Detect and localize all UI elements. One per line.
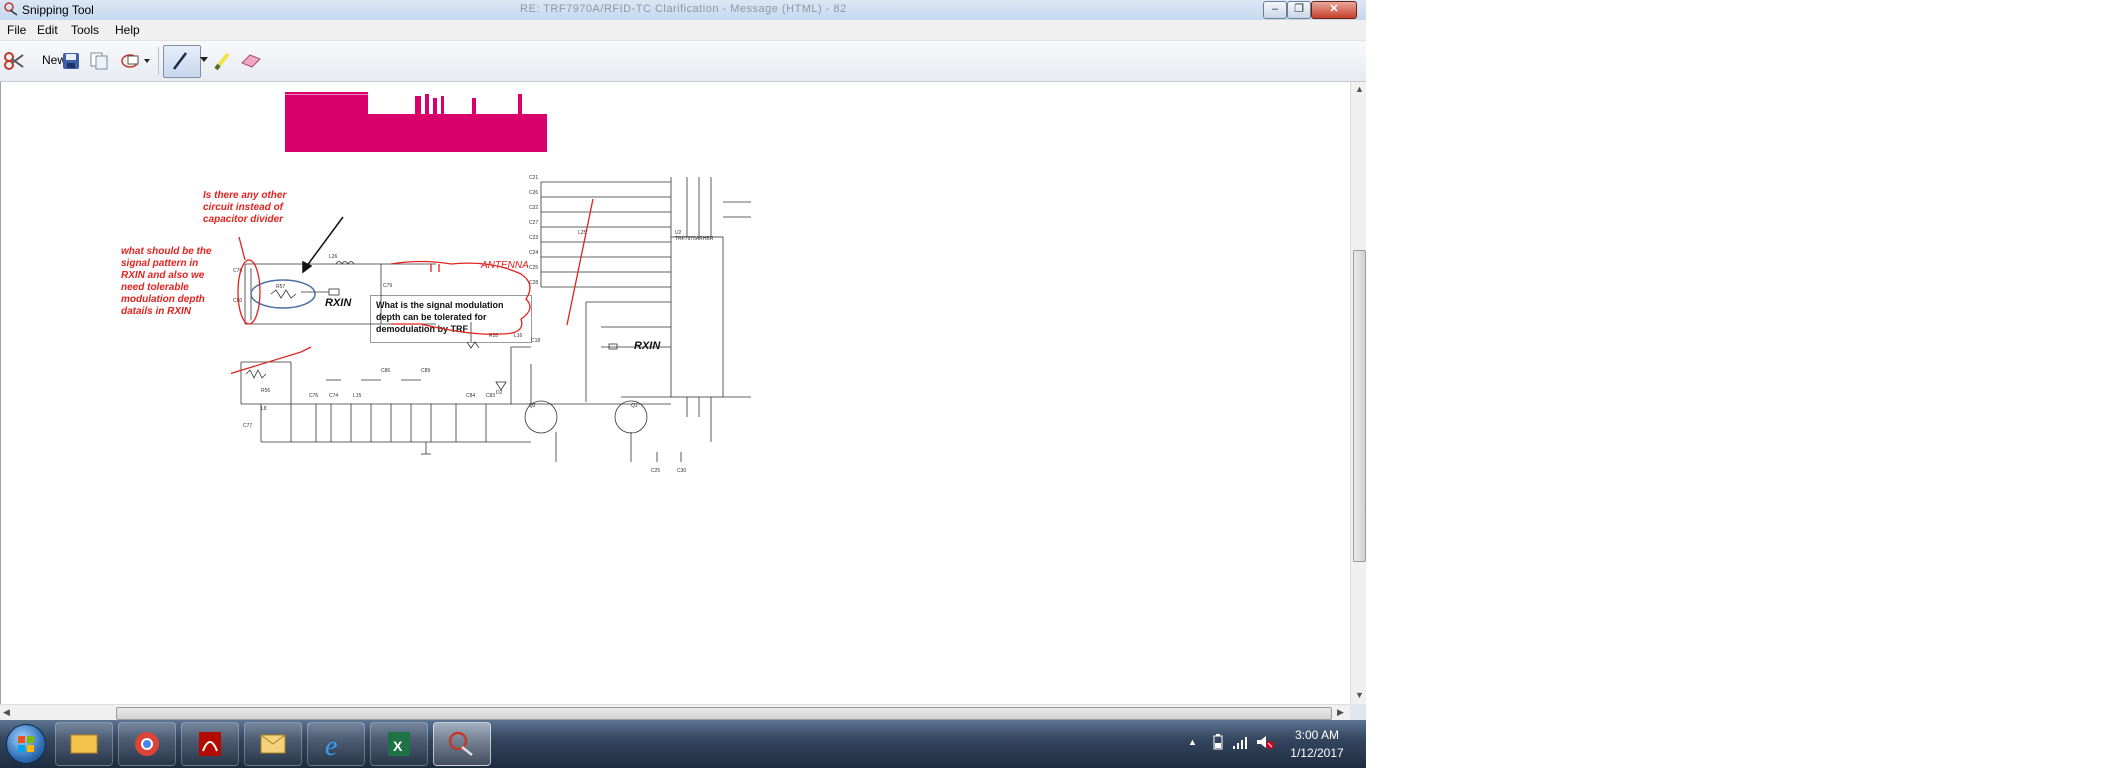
maximize-button[interactable]: ❐ xyxy=(1287,1,1311,19)
window-title: Snipping Tool xyxy=(22,3,94,17)
battery-icon[interactable] xyxy=(1212,734,1224,750)
schematic-label: C25 xyxy=(651,468,660,474)
schematic-label: C76 xyxy=(309,393,318,399)
schematic-label: R56 xyxy=(261,388,270,394)
schematic-label: C21 xyxy=(529,175,538,181)
scroll-up-icon[interactable]: ▲ xyxy=(1355,84,1364,94)
schematic-label: C25 xyxy=(529,265,538,271)
schematic-label: L8 xyxy=(261,406,267,412)
volume-muted-icon[interactable] xyxy=(1256,734,1274,750)
snipping-tool-icon xyxy=(4,2,18,16)
svg-text:e: e xyxy=(325,731,337,762)
file-explorer-icon[interactable] xyxy=(55,722,113,766)
desktop-screen: Snipping Tool RE: TRF7970A/RFID-TC Clari… xyxy=(0,0,1366,768)
copy-icon[interactable] xyxy=(90,52,108,70)
schematic-label: C30 xyxy=(677,468,686,474)
schematic-label: D2 xyxy=(496,390,503,396)
schematic-label: C74 xyxy=(329,393,338,399)
scroll-right-icon[interactable]: ▶ xyxy=(1337,707,1344,718)
vertical-scrollbar[interactable]: ▲ ▼ xyxy=(1350,82,1366,704)
menu-bar: File Edit Tools Help xyxy=(0,20,1366,41)
schematic-label: C86 xyxy=(381,368,390,374)
schematic-label: C84 xyxy=(466,393,475,399)
schematic-label: L16 xyxy=(514,333,523,339)
vertical-scroll-thumb[interactable] xyxy=(1353,250,1366,562)
snip-canvas[interactable]: What is the signal modulation depth can … xyxy=(0,82,1351,704)
excel-icon[interactable]: X xyxy=(370,722,428,766)
pen-icon xyxy=(173,52,187,70)
pen-button[interactable] xyxy=(163,45,201,78)
scroll-down-icon[interactable]: ▼ xyxy=(1355,690,1364,700)
schematic-label: R57 xyxy=(276,284,285,290)
menu-help[interactable]: Help xyxy=(115,23,140,37)
schematic-label: C18 xyxy=(531,338,540,344)
schematic-label: C24 xyxy=(529,250,538,256)
clock-date[interactable]: 1/12/2017 xyxy=(1282,746,1352,760)
taskbar: e X ▲ 3:00 AM 1/12/2017 xyxy=(0,720,1366,768)
new-snip-button[interactable]: New xyxy=(2,45,66,75)
schematic-diagram: C78 C80 R57 L26 C79 C21 C26 C22 C27 C23 … xyxy=(231,175,751,474)
show-hidden-icons-icon[interactable]: ▲ xyxy=(1188,737,1197,747)
chrome-icon[interactable] xyxy=(118,722,176,766)
clock-time[interactable]: 3:00 AM xyxy=(1282,728,1352,742)
horizontal-scroll-thumb[interactable] xyxy=(116,707,1332,720)
highlighter-icon[interactable] xyxy=(213,51,231,71)
schematic-label: L26 xyxy=(329,254,338,260)
network-signal-icon[interactable] xyxy=(1232,734,1248,750)
menu-edit[interactable]: Edit xyxy=(37,23,58,37)
toolbar: New xyxy=(0,41,1366,82)
internet-explorer-icon[interactable]: e xyxy=(307,722,365,766)
schematic-label: C27 xyxy=(529,220,538,226)
schematic-label: Q1 xyxy=(631,403,638,409)
schematic-label: L15 xyxy=(353,393,362,399)
schematic-label: C28 xyxy=(529,280,538,286)
minimize-button[interactable]: – xyxy=(1263,1,1287,19)
eraser-icon[interactable] xyxy=(240,53,262,69)
menu-file[interactable]: File xyxy=(7,23,26,37)
send-snip-button[interactable] xyxy=(120,51,150,71)
horizontal-scrollbar[interactable]: ◀ ▶ xyxy=(0,704,1350,721)
scissors-icon xyxy=(4,52,24,70)
schematic-label: TRF7970ARHBR xyxy=(675,236,714,242)
snipping-tool-icon[interactable] xyxy=(433,722,491,766)
schematic-label: Q2 xyxy=(529,403,536,409)
schematic-label: C79 xyxy=(383,283,392,289)
close-button[interactable]: ✕ xyxy=(1311,1,1357,19)
schematic-label: C26 xyxy=(529,190,538,196)
schematic-label: C89 xyxy=(421,368,430,374)
schematic-label: C22 xyxy=(529,205,538,211)
red-circle-capacitor xyxy=(237,259,261,325)
acrobat-icon[interactable] xyxy=(181,722,239,766)
schematic-label: C77 xyxy=(243,423,252,429)
svg-text:X: X xyxy=(393,738,403,754)
menu-tools[interactable]: Tools xyxy=(71,23,99,37)
windows-start-icon[interactable] xyxy=(6,724,46,764)
background-window-title: RE: TRF7970A/RFID-TC Clarification - Mes… xyxy=(520,3,847,15)
annotation-signal-question: what should be the signal pattern in RXI… xyxy=(121,246,212,317)
title-bar: Snipping Tool RE: TRF7970A/RFID-TC Clari… xyxy=(0,0,1366,21)
schematic-label: C83 xyxy=(486,393,495,399)
scroll-left-icon[interactable]: ◀ xyxy=(3,707,10,718)
outlook-icon[interactable] xyxy=(244,722,302,766)
schematic-label: C23 xyxy=(529,235,538,241)
pen-dropdown-icon[interactable] xyxy=(200,55,208,63)
save-icon[interactable] xyxy=(62,52,80,70)
